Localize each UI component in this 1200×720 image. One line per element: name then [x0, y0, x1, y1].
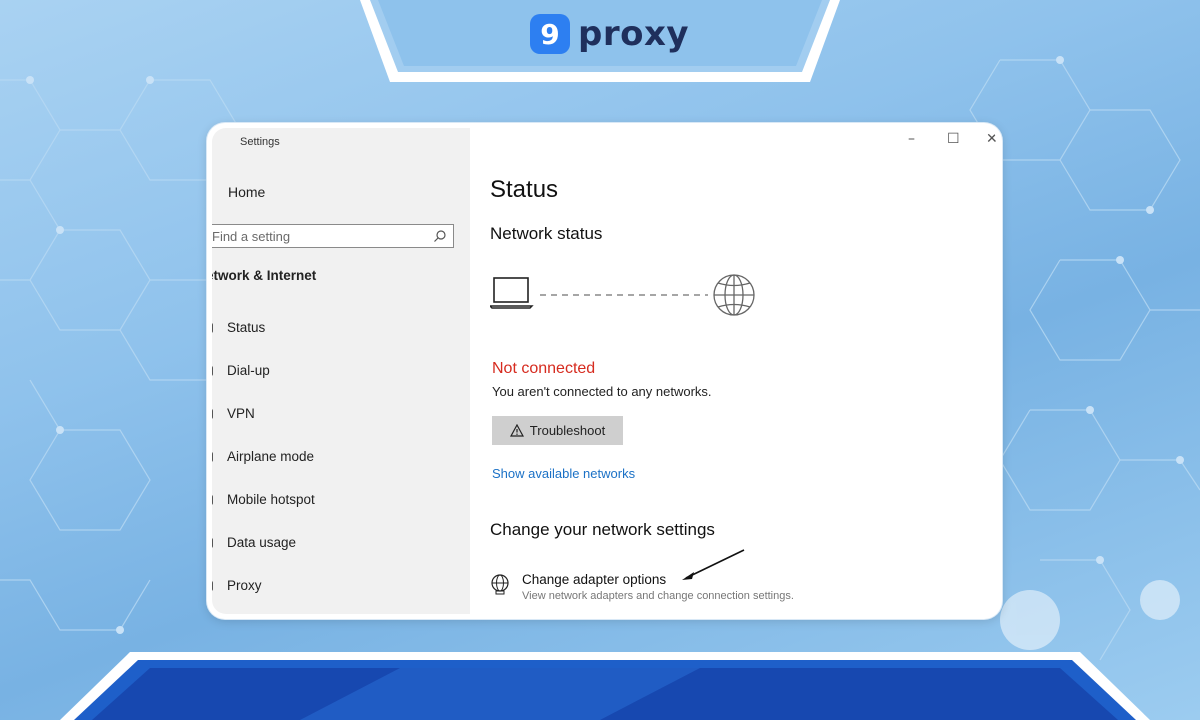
brand-name: proxy — [578, 14, 690, 54]
main-panel: – ☐ ✕ Status Network status Not connecte… — [470, 128, 997, 614]
sidebar-item-proxy[interactable]: Proxy — [212, 572, 462, 602]
data-usage-icon — [212, 538, 213, 548]
search-box[interactable] — [212, 224, 454, 248]
sidebar-item-mobile-hotspot[interactable]: Mobile hotspot — [212, 486, 462, 516]
sidebar-item-vpn[interactable]: VPN — [212, 400, 462, 430]
search-icon[interactable] — [433, 229, 447, 243]
bottom-banner — [60, 652, 1150, 720]
change-network-settings-heading: Change your network settings — [490, 520, 715, 539]
adapter-option-title: Change adapter options — [522, 572, 667, 587]
brand-logo-icon: 9 — [530, 14, 570, 54]
sidebar-item-label: Proxy — [227, 578, 262, 593]
window-title: Settings — [240, 136, 280, 148]
sidebar-item-status[interactable]: Status — [212, 314, 462, 344]
troubleshoot-button[interactable]: Troubleshoot — [492, 416, 623, 445]
sidebar-item-label: Status — [227, 320, 266, 335]
dialup-icon — [212, 366, 213, 376]
sidebar-item-label: Mobile hotspot — [227, 492, 315, 507]
close-button[interactable]: ✕ — [986, 131, 997, 147]
hotspot-icon — [212, 495, 213, 505]
show-available-networks-link[interactable]: Show available networks — [492, 466, 635, 481]
troubleshoot-label: Troubleshoot — [529, 423, 606, 438]
network-adapter-icon — [491, 574, 509, 595]
airplane-icon — [212, 452, 213, 462]
laptop-icon — [490, 277, 534, 309]
sidebar-section-title: etwork & Internet — [212, 268, 317, 283]
sidebar-item-label: Dial-up — [227, 363, 270, 378]
sidebar-item-data-usage[interactable]: Data usage — [212, 529, 462, 559]
sidebar-item-label: VPN — [227, 406, 255, 421]
sidebar-item-airplane-mode[interactable]: Airplane mode — [212, 443, 462, 473]
change-adapter-options[interactable]: Change adapter options View network adap… — [490, 570, 850, 610]
network-status-diagram — [490, 274, 755, 316]
search-input[interactable] — [212, 225, 426, 247]
maximize-button[interactable]: ☐ — [947, 131, 960, 147]
status-icon — [212, 323, 213, 333]
connection-state: Not connected — [492, 360, 596, 377]
connection-description: You aren't connected to any networks. — [492, 384, 712, 399]
minimize-button[interactable]: – — [908, 131, 915, 147]
warning-icon — [509, 424, 524, 437]
page-title: Status — [490, 176, 559, 203]
adapter-option-description: View network adapters and change connect… — [522, 590, 794, 602]
globe-icon — [713, 274, 755, 316]
proxy-icon — [212, 581, 213, 591]
settings-window: Settings Home etwork & Internet Status D… — [212, 128, 997, 614]
sidebar-item-label: Airplane mode — [227, 449, 315, 464]
sidebar-item-dialup[interactable]: Dial-up — [212, 357, 462, 387]
sidebar: Settings Home etwork & Internet Status D… — [212, 128, 470, 614]
sidebar-item-label: Data usage — [227, 535, 297, 550]
sidebar-home[interactable]: Home — [228, 184, 265, 200]
brand-logo: 9 proxy — [530, 12, 689, 56]
vpn-icon — [212, 409, 213, 419]
network-status-heading: Network status — [490, 224, 603, 243]
